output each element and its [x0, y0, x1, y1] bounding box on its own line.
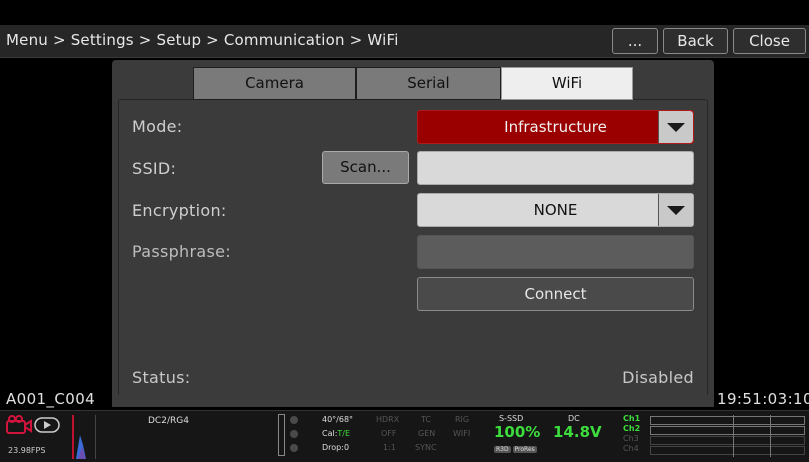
mode-label: Mode: — [132, 117, 183, 136]
dropped-frames: Drop:0 — [322, 443, 350, 452]
tab-serial[interactable]: Serial — [356, 67, 501, 100]
tc-value: GEN — [418, 429, 436, 438]
encryption-select[interactable]: NONE — [417, 193, 694, 227]
ratio: 1:1 — [383, 443, 396, 452]
channel-4: Ch4 — [623, 444, 639, 453]
indicator-dot — [290, 444, 298, 452]
passphrase-field — [417, 235, 694, 269]
status-value: Disabled — [622, 368, 694, 387]
mode-value: Infrastructure — [504, 118, 607, 136]
cal-prefix: Cal: — [322, 429, 338, 438]
title-bar: Menu > Settings > Setup > Communication … — [0, 25, 809, 58]
rig-label: RIG — [455, 415, 470, 424]
level-bar — [278, 414, 285, 456]
breadcrumb: Menu > Settings > Setup > Communication … — [6, 31, 399, 49]
mode-select[interactable]: Infrastructure — [417, 110, 694, 144]
wifi-label: WIFI — [453, 429, 471, 438]
preset-label: DC2/RG4 — [148, 416, 189, 426]
chevron-down-icon[interactable] — [658, 194, 693, 226]
audio-meter — [72, 415, 96, 459]
connect-button[interactable]: Connect — [417, 277, 694, 311]
indicator-dot — [290, 430, 298, 438]
chevron-down-icon[interactable] — [658, 111, 693, 143]
tc-label: TC — [421, 415, 432, 424]
channel-1: Ch1 — [623, 414, 641, 423]
clip-name: A001_C004 — [6, 390, 96, 408]
meter-divider — [770, 415, 771, 457]
channel-2: Ch2 — [623, 424, 641, 433]
encryption-value: NONE — [533, 201, 578, 219]
meter-divider — [733, 415, 734, 457]
camera-status-bar: 23.98FPS DC2/RG4 40°/68° Cal:T/E Drop:0 … — [0, 410, 809, 462]
audio-level-ch1 — [650, 416, 805, 425]
media-codecs: R3D ProRes — [494, 446, 537, 453]
panel-bottom-cover — [112, 395, 714, 407]
fps-label: 23.98FPS — [8, 446, 46, 455]
codec-prores: ProRes — [512, 446, 537, 453]
channel-3: Ch3 — [623, 434, 639, 443]
power-voltage: 14.8V — [553, 423, 602, 441]
codec-r3d: R3D — [494, 446, 511, 453]
hdrx-value: OFF — [381, 429, 397, 438]
sync-label: SYNC — [415, 443, 437, 452]
back-button[interactable]: Back — [663, 28, 728, 54]
tab-wifi[interactable]: WiFi — [501, 67, 633, 100]
indicator-dot — [290, 416, 298, 424]
calibration: Cal:T/E — [322, 429, 350, 438]
encryption-label: Encryption: — [132, 201, 227, 220]
audio-level-ch4 — [650, 446, 805, 455]
ssid-field[interactable] — [417, 151, 694, 185]
tab-camera[interactable]: Camera — [193, 67, 356, 100]
play-icon[interactable] — [34, 417, 60, 433]
media-label: S-SSD — [499, 414, 524, 423]
temperature: 40°/68° — [322, 415, 354, 424]
audio-level-ch2 — [650, 426, 805, 435]
cal-value: T/E — [337, 429, 351, 438]
close-button[interactable]: Close — [733, 28, 806, 54]
more-button[interactable]: ... — [612, 28, 658, 54]
power-label: DC — [568, 414, 580, 423]
passphrase-label: Passphrase: — [132, 242, 231, 261]
screen: { "header": { "breadcrumb": "Menu > Sett… — [0, 0, 809, 462]
status-label: Status: — [132, 368, 191, 387]
scan-button[interactable]: Scan... — [322, 151, 409, 184]
ssid-label: SSID: — [132, 159, 177, 178]
audio-level-ch3 — [650, 436, 805, 445]
hdrx-label: HDRX — [376, 415, 400, 424]
media-percent: 100% — [494, 423, 541, 441]
timecode: 19:51:03:10 — [717, 390, 809, 408]
